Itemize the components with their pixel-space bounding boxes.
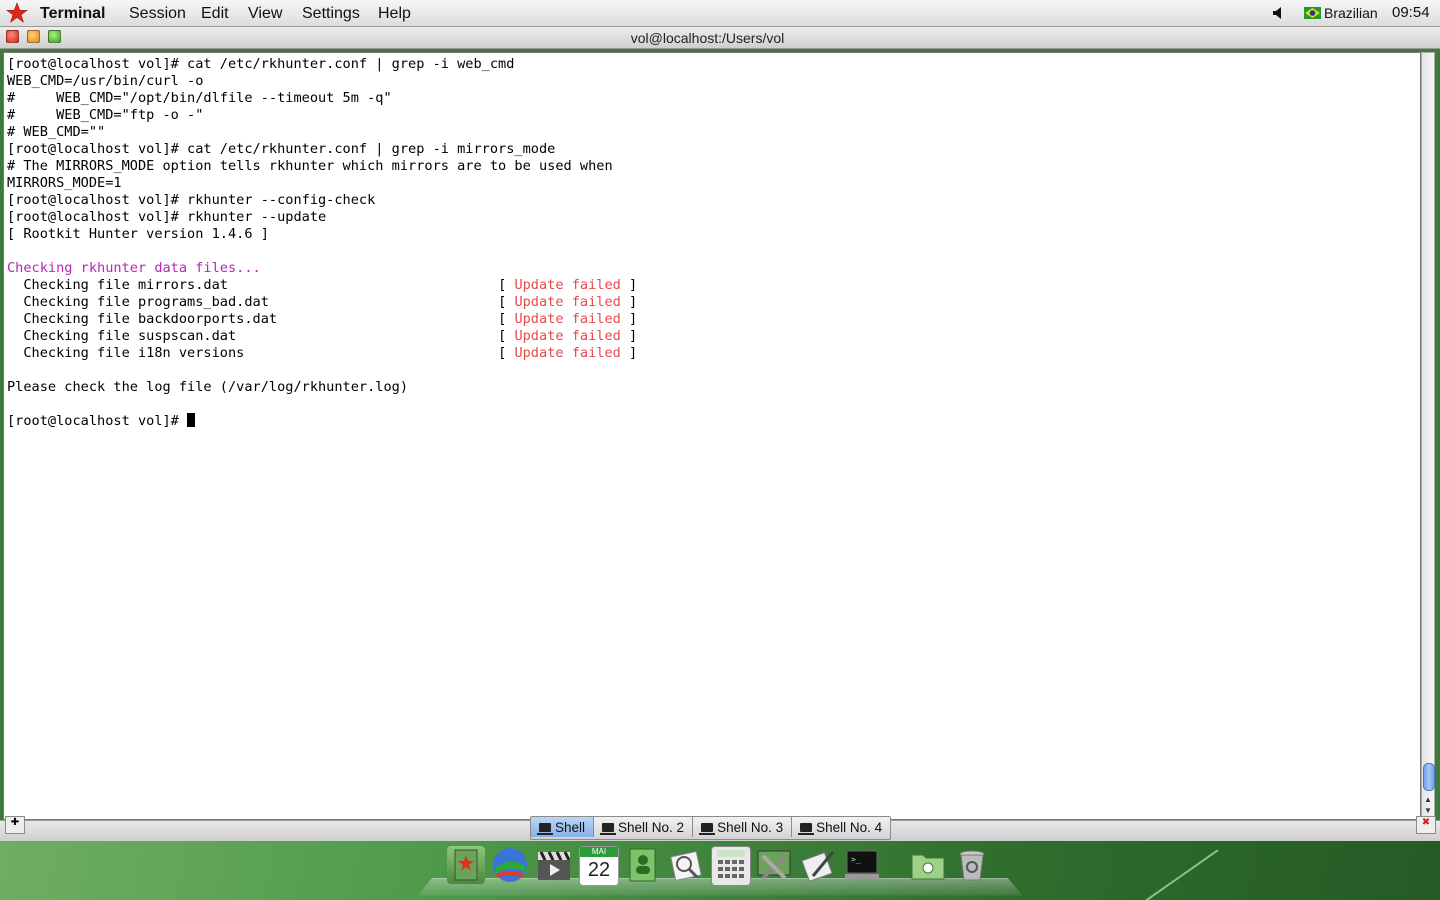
terminal-line: [root@localhost vol]# rkhunter --update xyxy=(7,209,327,225)
window-title: vol@localhost:/Users/vol xyxy=(630,30,785,46)
documents-folder-icon[interactable] xyxy=(909,846,947,884)
check-label: Checking file i18n versions xyxy=(7,345,499,361)
tab-shell-4[interactable]: Shell No. 4 xyxy=(792,817,891,837)
terminal-tab-icon xyxy=(537,822,553,835)
terminal-line: # WEB_CMD="ftp -o -" xyxy=(7,107,204,123)
tab-shell-3[interactable]: Shell No. 3 xyxy=(693,817,793,837)
tab-label: Shell No. 3 xyxy=(717,819,784,835)
app-name-menu[interactable]: Terminal xyxy=(40,5,106,23)
terminal-line: # WEB_CMD="" xyxy=(7,124,106,140)
calculator-icon[interactable] xyxy=(711,846,751,886)
address-book-icon[interactable] xyxy=(447,846,485,884)
menu-edit[interactable]: Edit xyxy=(201,5,229,23)
terminal-line: WEB_CMD=/usr/bin/curl -o xyxy=(7,73,204,89)
check-status-failed: Update failed xyxy=(514,311,621,327)
top-menu-bar: Terminal Session Edit View Settings Help… xyxy=(0,0,1440,27)
check-status-failed: Update failed xyxy=(514,328,621,344)
scroll-down-arrow-icon[interactable]: ▼ xyxy=(1423,806,1433,816)
terminal-line: [root@localhost vol]# cat /etc/rkhunter.… xyxy=(7,141,556,157)
check-status-failed: Update failed xyxy=(514,294,621,310)
calendar-icon[interactable]: MAI 22 xyxy=(579,846,619,886)
menu-session[interactable]: Session xyxy=(129,5,186,23)
terminal-icon[interactable]: >_ xyxy=(843,846,881,884)
brazil-flag-icon[interactable] xyxy=(1304,7,1321,19)
terminal-line: MIRRORS_MODE=1 xyxy=(7,175,122,191)
new-tab-icon[interactable]: ✚ xyxy=(5,816,25,834)
text-cursor[interactable] xyxy=(187,413,196,427)
svg-text:>_: >_ xyxy=(851,855,861,864)
calendar-day: 22 xyxy=(587,859,611,881)
trash-icon[interactable] xyxy=(953,846,991,884)
checking-header: Checking rkhunter data files... xyxy=(7,260,261,276)
text-editor-icon[interactable] xyxy=(799,846,837,884)
terminal-line: [root@localhost vol]# cat /etc/rkhunter.… xyxy=(7,56,515,72)
check-label: Checking file mirrors.dat xyxy=(7,277,499,293)
check-status-failed: Update failed xyxy=(514,345,621,361)
terminal-tab-icon xyxy=(798,822,815,835)
contacts-icon[interactable] xyxy=(623,846,661,884)
check-status-failed: Update failed xyxy=(514,277,621,293)
terminal-view[interactable]: [root@localhost vol]# cat /etc/rkhunter.… xyxy=(3,52,1421,820)
scrollbar-thumb[interactable] xyxy=(1423,763,1435,791)
preview-icon[interactable] xyxy=(667,846,705,884)
calendar-month: MAI xyxy=(580,847,618,857)
volume-speaker-icon[interactable] xyxy=(1272,6,1286,20)
shell-prompt: [root@localhost vol]# xyxy=(7,413,188,429)
vertical-scrollbar[interactable]: ▲ ▼ xyxy=(1421,52,1435,820)
video-clapper-icon[interactable] xyxy=(535,846,573,884)
terminal-line: [root@localhost vol]# rkhunter --config-… xyxy=(7,192,376,208)
terminal-tab-icon xyxy=(699,822,716,835)
tab-label: Shell xyxy=(555,819,586,835)
wallpaper-streak xyxy=(1143,849,1219,900)
menubar-clock[interactable]: 09:54 xyxy=(1392,4,1430,21)
check-label: Checking file suspscan.dat xyxy=(7,328,499,344)
log-message: Please check the log file (/var/log/rkhu… xyxy=(7,379,409,395)
window-title-bar[interactable]: vol@localhost:/Users/vol xyxy=(0,27,1440,49)
check-label: Checking file backdoorports.dat xyxy=(7,311,499,327)
menu-help[interactable]: Help xyxy=(378,5,411,23)
scroll-up-arrow-icon[interactable]: ▲ xyxy=(1423,795,1433,805)
terminal-tab-icon xyxy=(600,822,617,835)
close-tab-icon[interactable]: ✖ xyxy=(1416,816,1436,834)
tab-shell-2[interactable]: Shell No. 2 xyxy=(594,817,694,837)
keyboard-layout-label[interactable]: Brazilian xyxy=(1324,5,1378,21)
app-menu-star-icon[interactable] xyxy=(6,1,28,25)
menu-view[interactable]: View xyxy=(248,5,282,23)
dock: MAI 22 >_ xyxy=(417,843,1023,898)
menu-settings[interactable]: Settings xyxy=(302,5,360,23)
terminal-output: [root@localhost vol]# cat /etc/rkhunter.… xyxy=(7,56,638,429)
check-label: Checking file programs_bad.dat xyxy=(7,294,499,310)
terminal-line: # The MIRRORS_MODE option tells rkhunter… xyxy=(7,158,613,174)
terminal-line: # WEB_CMD="/opt/bin/dlfile --timeout 5m … xyxy=(7,90,392,106)
system-settings-icon[interactable] xyxy=(755,846,793,884)
tab-label: Shell No. 2 xyxy=(618,819,685,835)
tab-label: Shell No. 4 xyxy=(816,819,883,835)
session-tabs: Shell Shell No. 2 Shell No. 3 Shell No. … xyxy=(530,816,892,840)
terminal-line: [ Rootkit Hunter version 1.4.6 ] xyxy=(7,226,269,242)
browser-globe-icon[interactable] xyxy=(491,846,529,884)
tab-shell[interactable]: Shell xyxy=(531,817,595,837)
session-tab-bar: ✚ Shell Shell No. 2 Shell No. 3 Shell No… xyxy=(0,816,1440,841)
desktop-background: MAI 22 >_ xyxy=(0,841,1440,900)
